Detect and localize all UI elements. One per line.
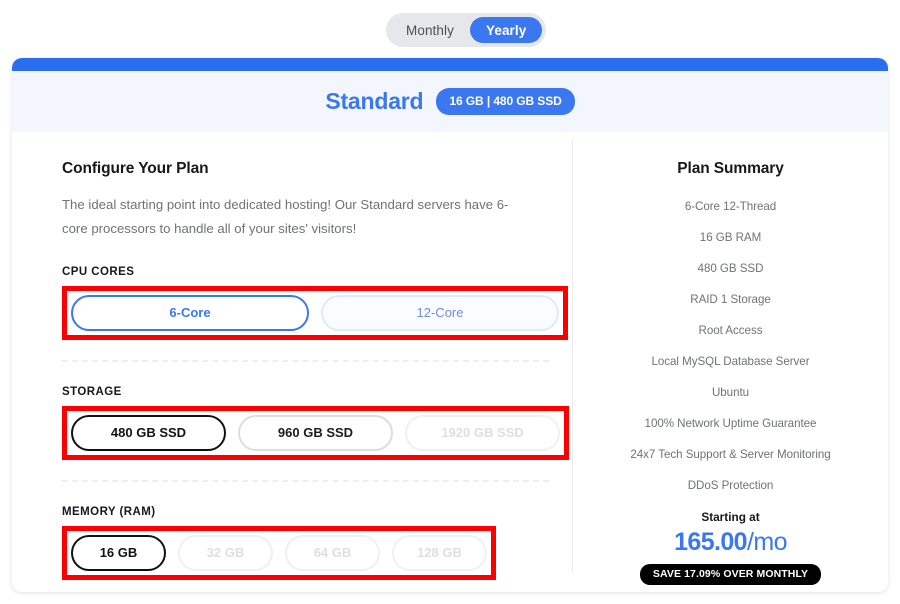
card-header: Standard 16 GB | 480 GB SSD	[12, 71, 888, 132]
price-period: /mo	[747, 528, 787, 556]
cpu-option-6-core[interactable]: 6-Core	[71, 294, 309, 331]
memory-option-row: 16 GB 32 GB 64 GB 128 GB	[71, 534, 487, 571]
pricing-configurator-page: Monthly Yearly Standard 16 GB | 480 GB S…	[0, 0, 900, 604]
storage-option-row: 480 GB SSD 960 GB SSD 1920 GB SSD	[71, 414, 560, 451]
configure-description: The ideal starting point into dedicated …	[62, 197, 509, 237]
billing-option-monthly[interactable]: Monthly	[390, 17, 470, 43]
storage-highlight-box: 480 GB SSD 960 GB SSD 1920 GB SSD	[62, 405, 569, 460]
summary-item: Ubuntu	[711, 386, 750, 399]
summary-item: 100% Network Uptime Guarantee	[644, 417, 817, 430]
storage-label: STORAGE	[62, 385, 122, 398]
cpu-cores-highlight-box: 6-Core 12-Core	[62, 285, 568, 340]
billing-option-yearly[interactable]: Yearly	[469, 17, 543, 43]
savings-badge: SAVE 17.09% OVER MONTHLY	[639, 564, 822, 585]
summary-item: 24x7 Tech Support & Server Monitoring	[630, 448, 831, 461]
divider-storage-memory	[62, 479, 549, 482]
plan-spec-badge: 16 GB | 480 GB SSD	[436, 88, 575, 115]
cpu-cores-label: CPU CORES	[62, 265, 135, 278]
summary-item: DDoS Protection	[687, 479, 774, 492]
plan-price: 165.00/mo	[591, 528, 870, 557]
plan-card: Standard 16 GB | 480 GB SSD Configure Yo…	[12, 58, 888, 592]
summary-item: 480 GB SSD	[697, 262, 764, 275]
memory-label: MEMORY (RAM)	[62, 505, 156, 518]
summary-item: 6-Core 12-Thread	[684, 200, 777, 213]
memory-option-16gb[interactable]: 16 GB	[71, 534, 166, 571]
card-accent-bar	[12, 58, 888, 71]
configure-heading: Configure Your Plan	[62, 160, 209, 177]
storage-option-1920gb: 1920 GB SSD	[405, 414, 560, 451]
summary-item: RAID 1 Storage	[690, 293, 771, 306]
summary-item: 16 GB RAM	[699, 231, 762, 244]
storage-option-480gb[interactable]: 480 GB SSD	[71, 414, 226, 451]
summary-item: Local MySQL Database Server	[651, 355, 810, 368]
cpu-cores-option-row: 6-Core 12-Core	[71, 294, 559, 331]
memory-option-32gb: 32 GB	[178, 534, 273, 571]
storage-option-960gb[interactable]: 960 GB SSD	[238, 414, 393, 451]
memory-option-128gb: 128 GB	[392, 534, 487, 571]
cpu-option-12-core[interactable]: 12-Core	[321, 294, 559, 331]
plan-summary-title: Plan Summary	[677, 160, 784, 177]
card-body: Configure Your Plan The ideal starting p…	[12, 132, 888, 592]
plan-title: Standard	[325, 88, 424, 114]
plan-summary-column: Plan Summary 6-Core 12-Thread 16 GB RAM …	[573, 132, 888, 592]
memory-highlight-box: 16 GB 32 GB 64 GB 128 GB	[62, 525, 496, 580]
starting-at-label: Starting at	[701, 510, 760, 524]
divider-cpu-storage	[62, 359, 549, 362]
plan-summary-list: 6-Core 12-Thread 16 GB RAM 480 GB SSD RA…	[591, 200, 870, 492]
billing-period-toggle[interactable]: Monthly Yearly	[386, 13, 547, 47]
configure-column: Configure Your Plan The ideal starting p…	[12, 132, 572, 592]
memory-option-64gb: 64 GB	[285, 534, 380, 571]
summary-item: Root Access	[698, 324, 763, 337]
price-amount: 165.00	[674, 528, 747, 556]
